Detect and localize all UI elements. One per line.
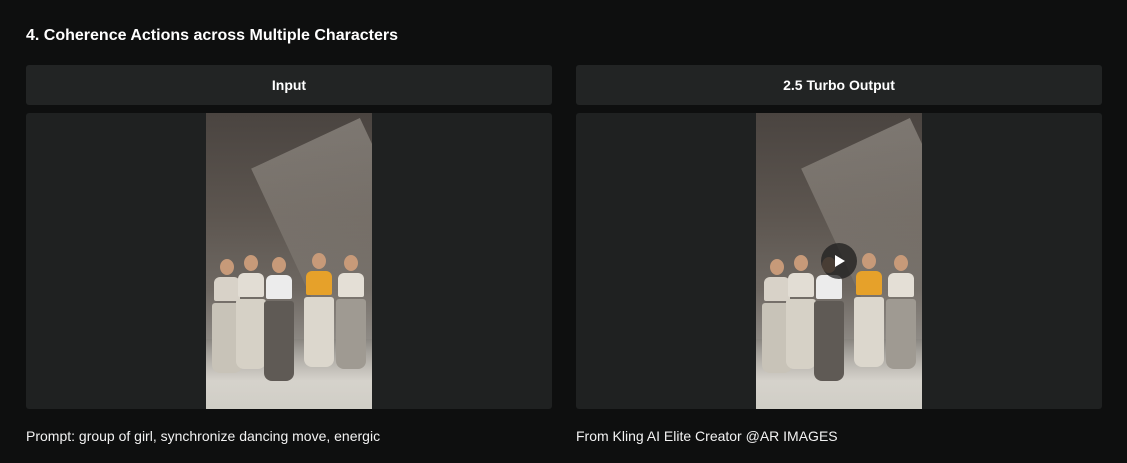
output-caption: From Kling AI Elite Creator @AR IMAGES	[576, 428, 838, 444]
input-image	[206, 113, 372, 409]
dancer-figure	[886, 252, 916, 369]
input-column: Input Prompt: group of girl, synchronize…	[26, 65, 552, 445]
play-icon	[835, 255, 845, 267]
page: 4. Coherence Actions across Multiple Cha…	[0, 0, 1127, 463]
section-title: 4. Coherence Actions across Multiple Cha…	[26, 27, 398, 44]
input-media-panel	[26, 113, 552, 409]
dancer-figure	[236, 252, 266, 369]
dancer-figure	[264, 254, 294, 381]
dancer-figure	[336, 252, 366, 369]
play-button[interactable]	[821, 243, 857, 279]
input-column-header: Input	[26, 65, 552, 105]
dancer-figure	[304, 250, 334, 367]
input-caption: Prompt: group of girl, synchronize danci…	[26, 428, 381, 444]
output-media-panel[interactable]	[576, 113, 1102, 409]
output-column: 2.5 Turbo Output From Kling AI Elite Cre…	[576, 65, 1102, 445]
output-column-header: 2.5 Turbo Output	[576, 65, 1102, 105]
dancer-figure	[854, 250, 884, 367]
dancer-figure	[786, 252, 816, 369]
